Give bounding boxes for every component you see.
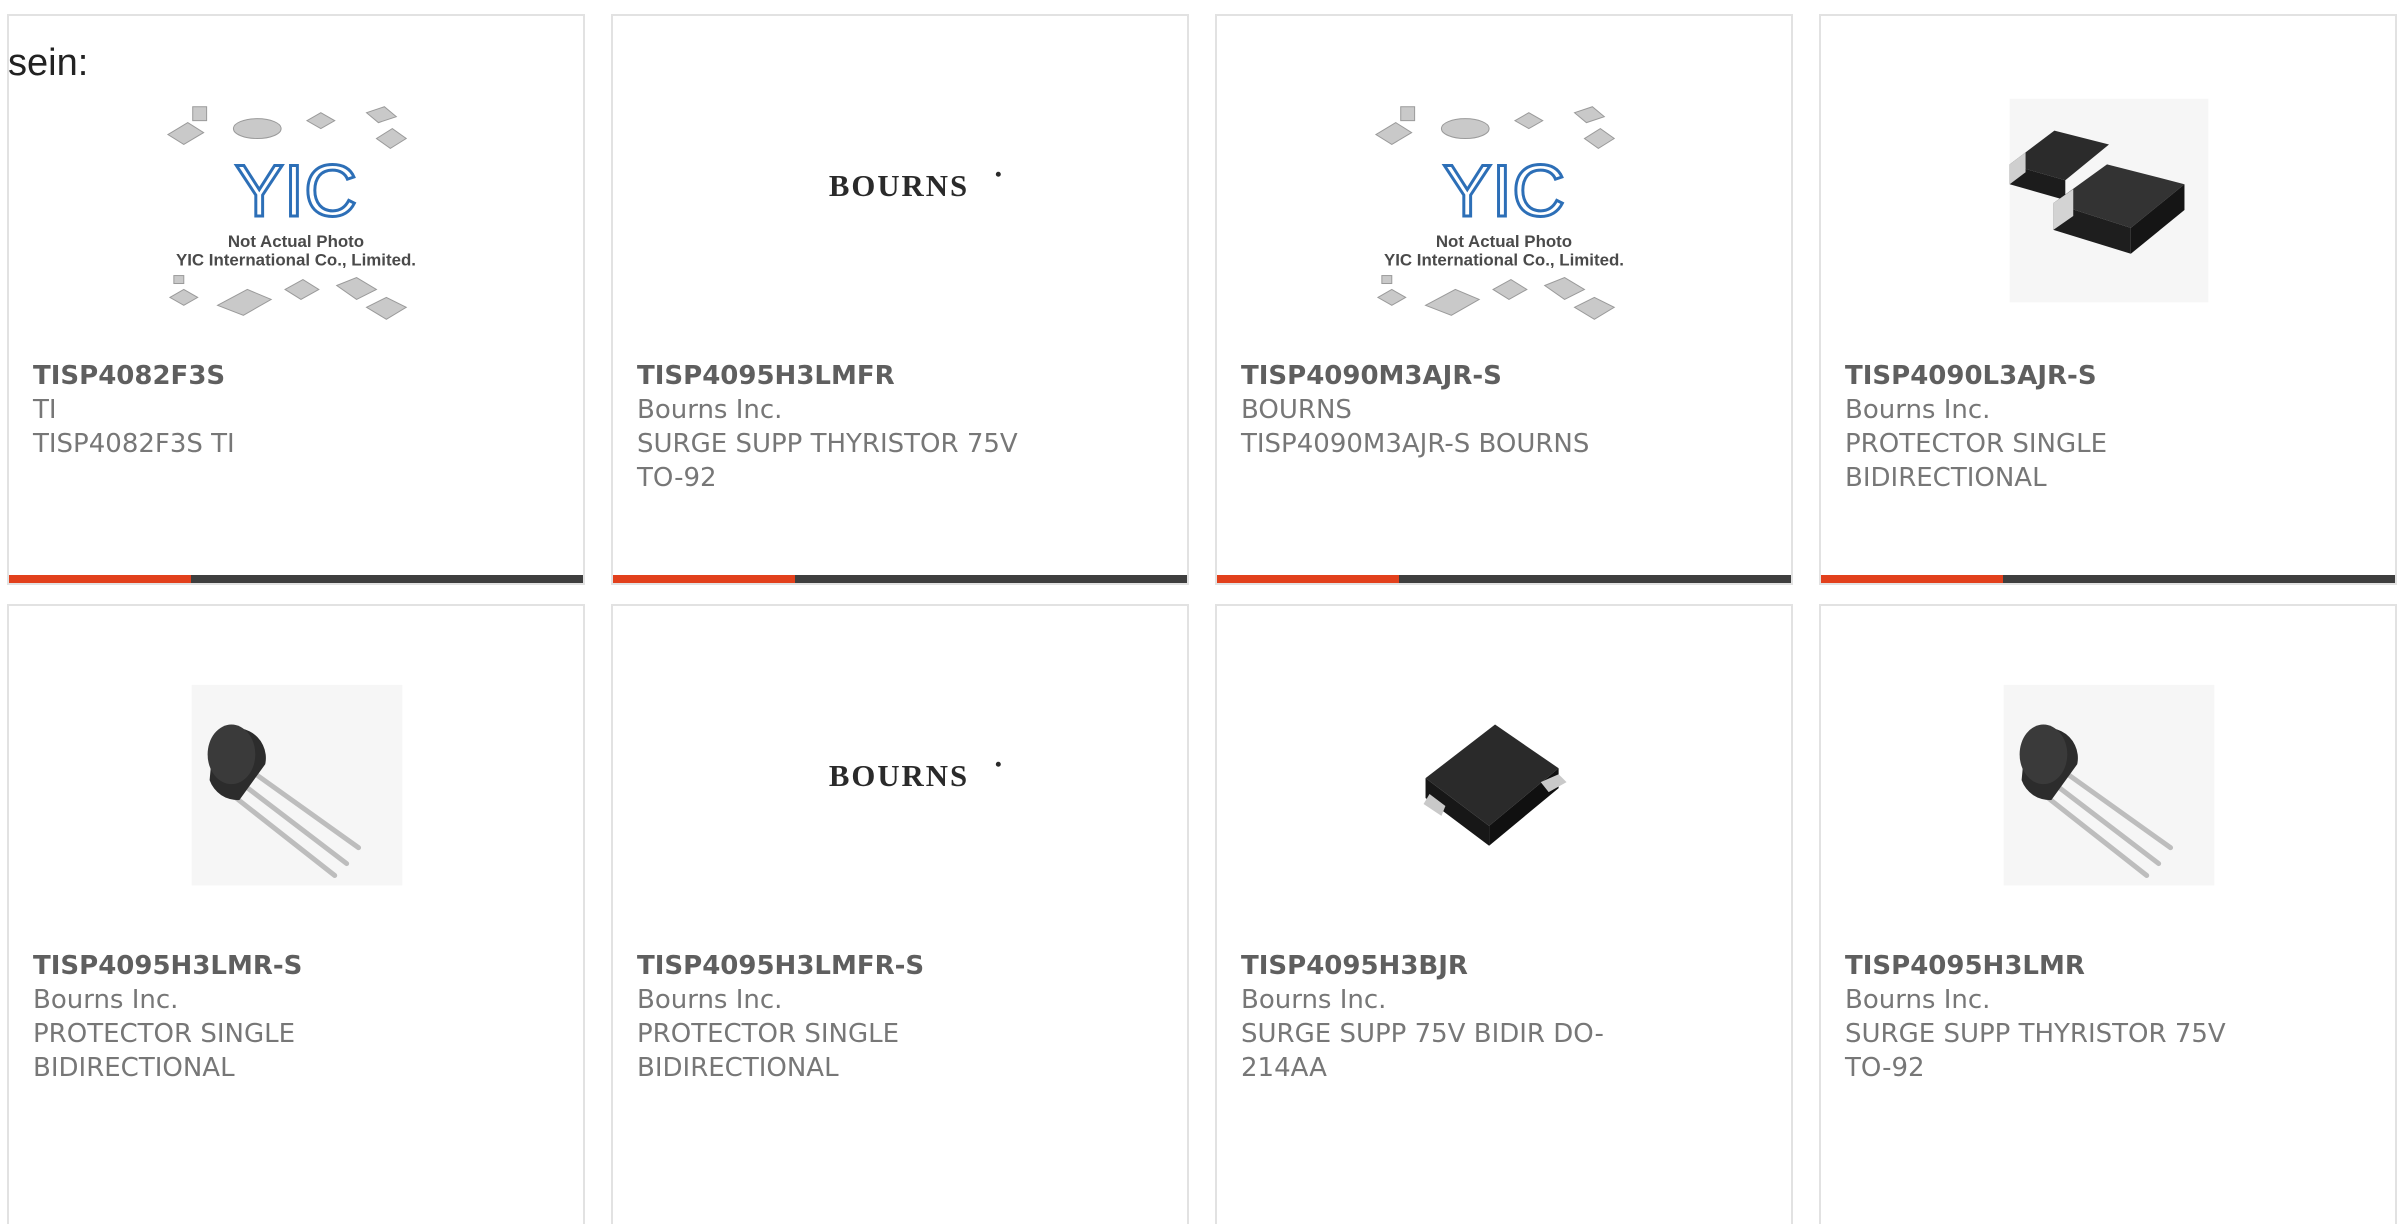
bourns-logo: BOURNS bbox=[829, 169, 969, 203]
description: PROTECTOR SINGLE BIDIRECTIONAL bbox=[637, 1019, 900, 1083]
placeholder-caption-2: YIC International Co., Limited. bbox=[176, 251, 416, 270]
product-card[interactable]: TISP4090L3AJR-S Bourns Inc. PROTECTOR SI… bbox=[1819, 14, 2397, 585]
part-number[interactable]: TISP4095H3LMFR-S bbox=[637, 949, 1057, 983]
manufacturer: Bourns Inc. bbox=[1845, 985, 1991, 1015]
part-number[interactable]: TISP4090M3AJR-S bbox=[1241, 359, 1661, 393]
card-bar bbox=[1217, 575, 1791, 583]
description: TISP4082F3S TI bbox=[33, 429, 235, 459]
manufacturer: TI bbox=[33, 395, 57, 425]
to92-transistor-image bbox=[191, 684, 403, 886]
description: SURGE SUPP THYRISTOR 75V TO-92 bbox=[637, 429, 1018, 493]
part-number[interactable]: TISP4095H3LMR-S bbox=[33, 949, 453, 983]
bourns-logo: BOURNS bbox=[829, 759, 969, 793]
smb-package-image bbox=[1399, 684, 1611, 886]
card-bar-accent bbox=[9, 575, 191, 583]
product-card[interactable]: BOURNS TISP4095H3LMFR-S Bourns Inc. PROT… bbox=[611, 604, 1189, 1224]
part-number[interactable]: TISP4095H3LMFR bbox=[637, 359, 1057, 393]
card-bar bbox=[1821, 575, 2395, 583]
part-number[interactable]: TISP4090L3AJR-S bbox=[1845, 359, 2265, 393]
placeholder-caption-1: Not Actual Photo bbox=[1436, 232, 1572, 251]
product-card[interactable]: TISP4095H3BJR Bourns Inc. SURGE SUPP 75V… bbox=[1215, 604, 1793, 1224]
placeholder-caption-2: YIC International Co., Limited. bbox=[1384, 251, 1624, 270]
manufacturer: Bourns Inc. bbox=[637, 395, 783, 425]
card-bar-accent bbox=[613, 575, 795, 583]
manufacturer: Bourns Inc. bbox=[1241, 985, 1387, 1015]
part-number[interactable]: TISP4095H3LMR bbox=[1845, 949, 2265, 983]
product-card[interactable]: TISP4095H3LMR Bourns Inc. SURGE SUPP THY… bbox=[1819, 604, 2397, 1224]
manufacturer: BOURNS bbox=[1241, 395, 1352, 425]
bourns-logo-image: BOURNS bbox=[829, 169, 1001, 203]
card-bar bbox=[613, 575, 1187, 583]
yic-placeholder-image: YIC Not Actual Photo YIC International C… bbox=[1374, 106, 1624, 320]
part-number[interactable]: TISP4082F3S bbox=[33, 359, 453, 393]
placeholder-caption-1: Not Actual Photo bbox=[228, 232, 364, 251]
manufacturer: Bourns Inc. bbox=[1845, 395, 1991, 425]
card-bar-accent bbox=[1217, 575, 1399, 583]
yic-logo: YIC bbox=[235, 149, 357, 232]
description: SURGE SUPP THYRISTOR 75V TO-92 bbox=[1845, 1019, 2226, 1083]
yic-placeholder-image: YIC Not Actual Photo YIC International C… bbox=[166, 106, 416, 320]
description: PROTECTOR SINGLE BIDIRECTIONAL bbox=[33, 1019, 296, 1083]
product-card[interactable]: YIC Not Actual Photo YIC International C… bbox=[7, 14, 585, 585]
lead-text: sein: bbox=[8, 42, 89, 84]
manufacturer: Bourns Inc. bbox=[637, 985, 783, 1015]
to92-transistor-image bbox=[2003, 684, 2215, 886]
description: PROTECTOR SINGLE BIDIRECTIONAL bbox=[1845, 429, 2108, 493]
product-card[interactable]: TISP4095H3LMR-S Bourns Inc. PROTECTOR SI… bbox=[7, 604, 585, 1224]
product-card[interactable]: YIC Not Actual Photo YIC International C… bbox=[1215, 14, 1793, 585]
part-number[interactable]: TISP4095H3BJR bbox=[1241, 949, 1661, 983]
yic-logo: YIC bbox=[1443, 149, 1565, 232]
product-card[interactable]: BOURNS TISP4095H3LMFR Bourns Inc. SURGE … bbox=[611, 14, 1189, 585]
manufacturer: Bourns Inc. bbox=[33, 985, 179, 1015]
bourns-logo-image: BOURNS bbox=[829, 759, 1001, 793]
description: TISP4090M3AJR-S BOURNS bbox=[1241, 429, 1590, 459]
smd-diode-image bbox=[2009, 98, 2209, 303]
card-bar-accent bbox=[1821, 575, 2003, 583]
description: SURGE SUPP 75V BIDIR DO-214AA bbox=[1241, 1019, 1604, 1083]
card-bar bbox=[9, 575, 583, 583]
